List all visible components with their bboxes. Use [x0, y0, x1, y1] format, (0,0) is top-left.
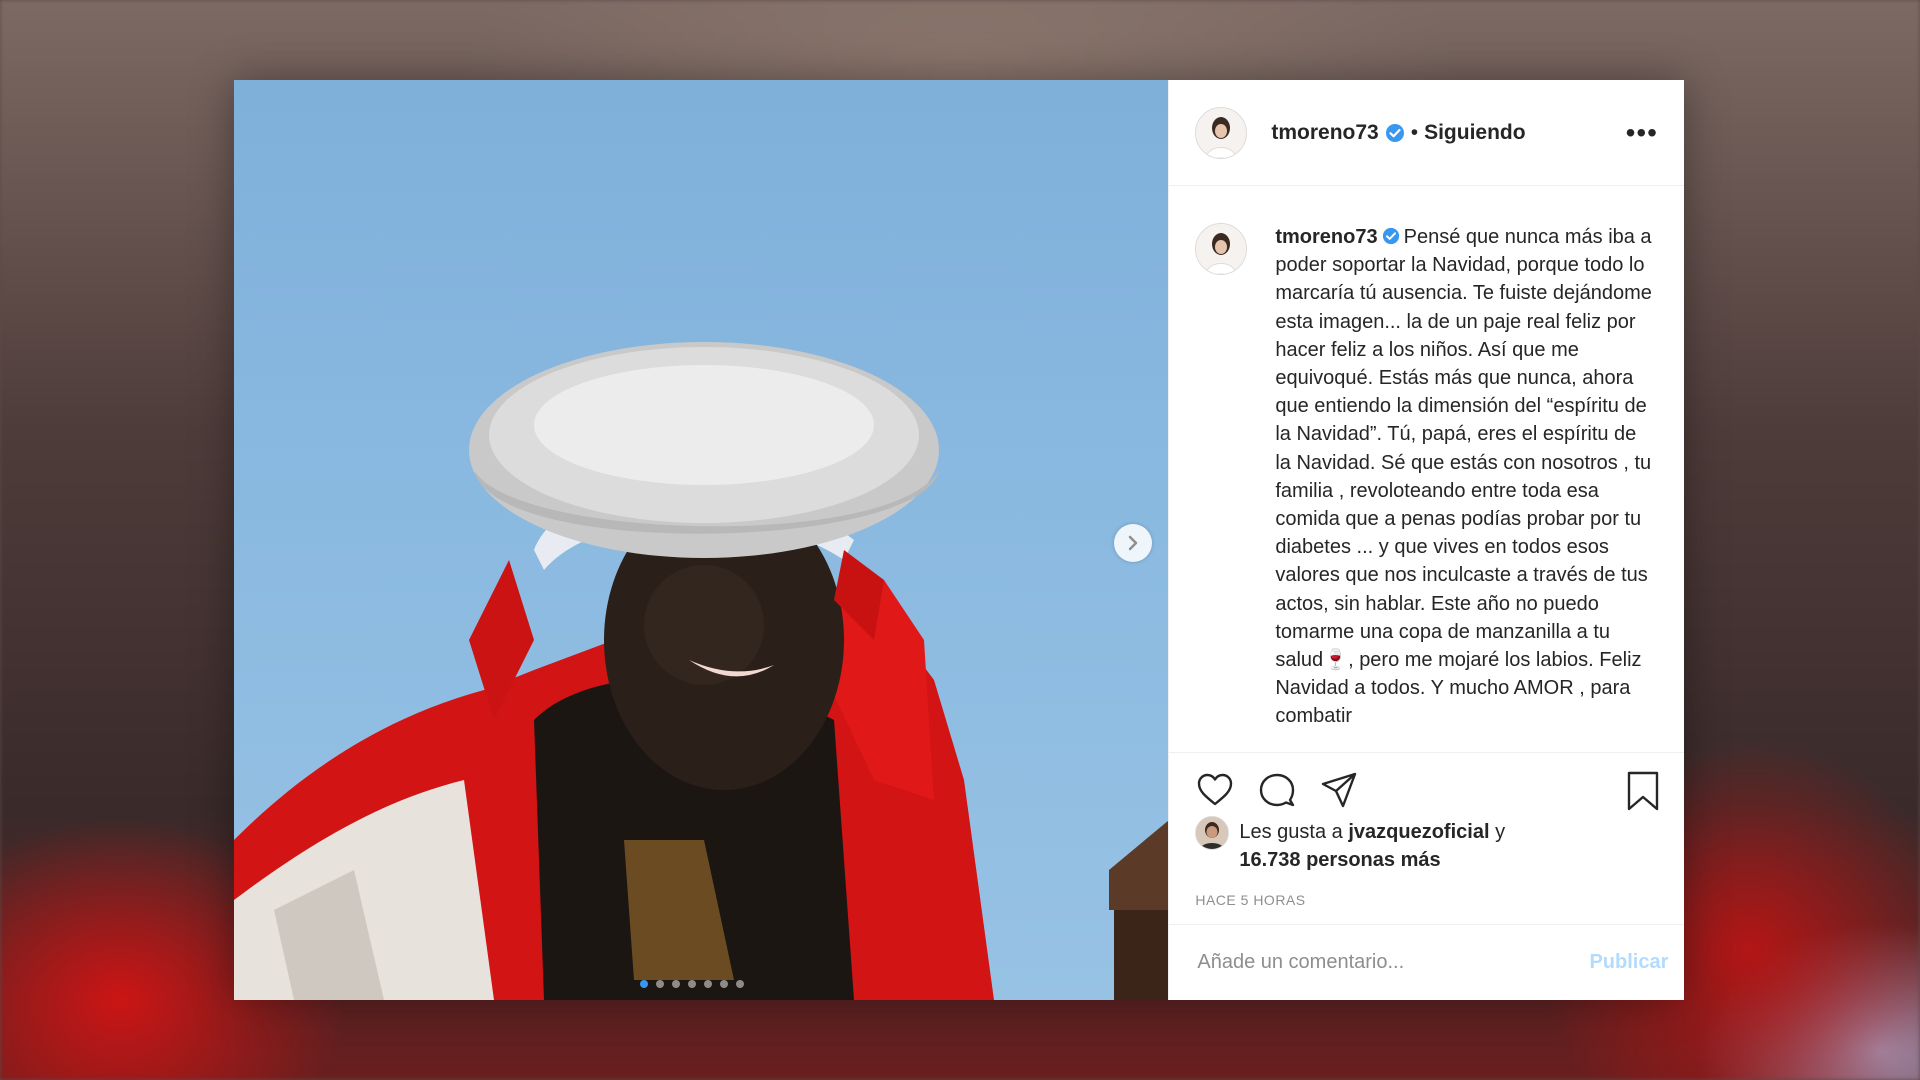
post-side-panel: tmoreno73 • Siguiendo ••• tmoreno73 Pens…: [1168, 80, 1685, 1000]
carousel-dot: [704, 980, 713, 988]
chevron-right-icon: [1128, 535, 1138, 551]
liker-avatar[interactable]: [1195, 816, 1230, 850]
verified-badge-icon: [1385, 123, 1404, 142]
carousel-dot: [656, 980, 665, 988]
share-icon[interactable]: [1319, 770, 1359, 810]
publish-button[interactable]: Publicar: [1589, 951, 1668, 974]
comment-icon[interactable]: [1257, 770, 1297, 810]
carousel-indicator: [234, 980, 1168, 988]
comment-input[interactable]: [1195, 950, 1590, 975]
likes-summary: Les gusta a jvazquezoficial y 16.738 per…: [1195, 816, 1665, 874]
instagram-post: tmoreno73 • Siguiendo ••• tmoreno73 Pens…: [234, 80, 1685, 1000]
header-separator: •: [1410, 120, 1419, 144]
photo-scene: [234, 342, 1169, 1000]
caption-text: tmoreno73 Pensé que nunca más iba a poder…: [1275, 223, 1654, 731]
caption-username[interactable]: tmoreno73: [1275, 226, 1377, 248]
post-timestamp[interactable]: HACE 5 HORAS: [1195, 892, 1305, 908]
avatar[interactable]: [1195, 106, 1248, 159]
follow-status-button[interactable]: Siguiendo: [1424, 121, 1526, 145]
carousel-dot: [736, 980, 745, 988]
liked-by-username[interactable]: jvazquezoficial: [1348, 821, 1489, 843]
comment-bar: Publicar: [1169, 924, 1685, 1000]
action-bar: [1195, 770, 1660, 814]
likes-count[interactable]: 16.738 personas más: [1239, 849, 1440, 871]
carousel-dot: [672, 980, 681, 988]
caption-body: Pensé que nunca más iba a poder soportar…: [1275, 226, 1652, 728]
likes-prefix: Les gusta a: [1239, 821, 1343, 843]
heart-icon[interactable]: [1195, 770, 1235, 810]
carousel-dot: [720, 980, 729, 988]
liker-avatar-image: [1196, 817, 1229, 849]
post-photo: [234, 80, 1169, 1000]
carousel-next-button[interactable]: [1114, 524, 1152, 562]
carousel-dot: [640, 980, 649, 988]
post-header: tmoreno73 • Siguiendo •••: [1169, 80, 1684, 186]
caption-row: tmoreno73 Pensé que nunca más iba a poder…: [1169, 187, 1684, 731]
caption-avatar[interactable]: [1195, 223, 1248, 275]
verified-badge-icon: [1382, 228, 1399, 245]
likes-text: Les gusta a jvazquezoficial y 16.738 per…: [1239, 818, 1505, 874]
avatar-image: [1196, 107, 1247, 158]
caption-area: tmoreno73 Pensé que nunca más iba a poder…: [1169, 187, 1685, 753]
header-username[interactable]: tmoreno73: [1271, 121, 1378, 145]
bookmark-icon[interactable]: [1625, 770, 1661, 812]
likes-conj: y: [1495, 821, 1506, 843]
avatar-image: [1196, 224, 1247, 274]
more-options-icon[interactable]: •••: [1626, 118, 1658, 146]
carousel-dot: [688, 980, 697, 988]
